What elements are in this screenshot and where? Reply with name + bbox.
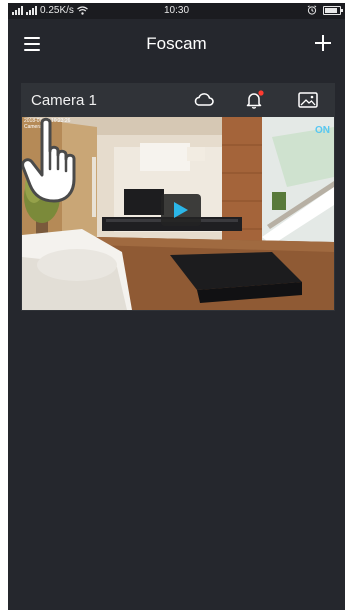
preview-status-badge: ON <box>315 125 330 136</box>
phone-screen: 0.25K/s 10:30 Foscam Camera 1 Camera 1 O… <box>8 3 345 610</box>
cloud-icon[interactable] <box>193 90 215 110</box>
camera-name: Camera 1 <box>31 92 97 109</box>
status-time: 10:30 <box>163 5 190 16</box>
camera-live-preview[interactable]: 2018-06-07 10:23:26 Camera 1 ON <box>22 117 334 310</box>
add-camera-button[interactable] <box>315 35 331 51</box>
page-title: Foscam <box>146 34 207 53</box>
image-icon[interactable] <box>297 90 319 110</box>
status-bar: 0.25K/s 10:30 <box>8 3 345 19</box>
play-icon <box>174 202 188 218</box>
play-button[interactable] <box>161 194 201 226</box>
alarm-clock-icon <box>307 5 317 15</box>
app-header: Foscam <box>8 19 345 69</box>
camera-card-header: Camera 1 <box>21 83 335 117</box>
tap-gesture-icon <box>22 117 76 203</box>
battery-icon <box>323 5 343 15</box>
status-right <box>307 5 343 15</box>
bell-icon[interactable] <box>243 90 265 110</box>
camera-card: Camera 1 Camera 1 ON <box>21 83 335 311</box>
